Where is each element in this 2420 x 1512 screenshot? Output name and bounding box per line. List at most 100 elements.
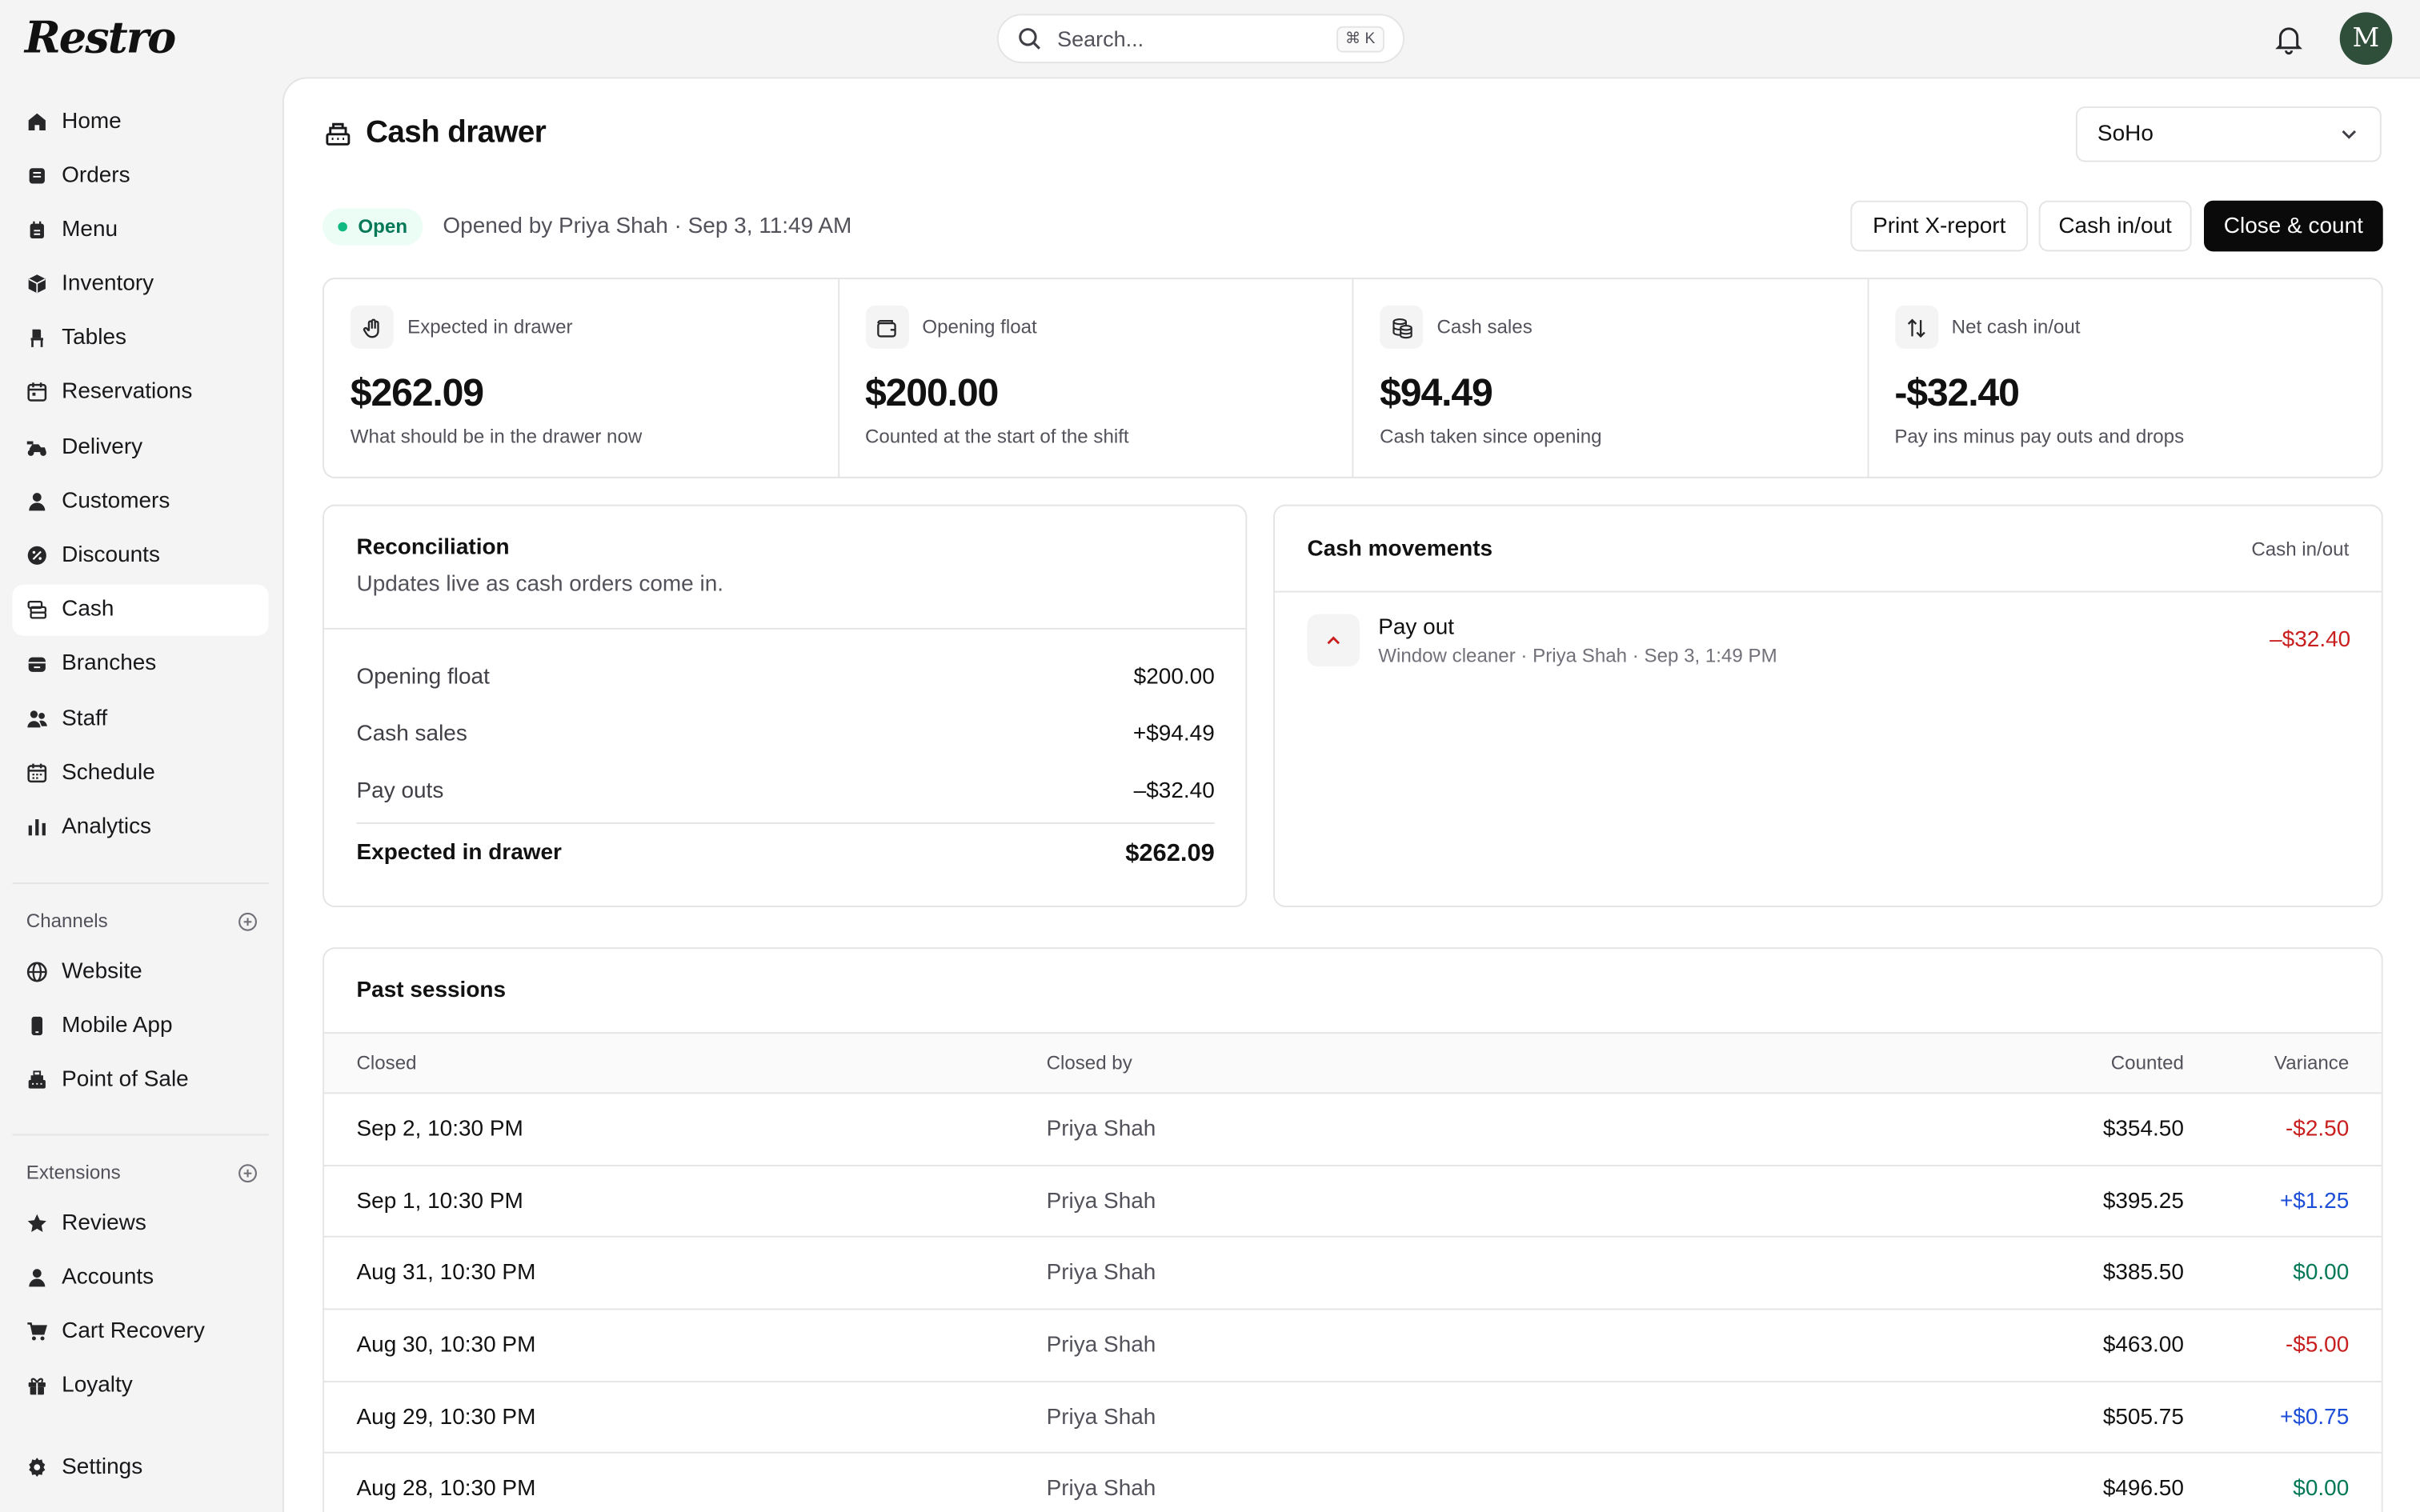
sidebar-item-website[interactable]: Website [12,946,268,997]
cash-movement-title: Pay out [1378,614,1455,640]
search-input[interactable]: Search... [1057,26,1336,51]
branch-select-value: SoHo [2097,122,2154,147]
cash-movement-item[interactable]: Pay out Window cleaner · Priya Shah · Se… [1307,614,2350,667]
user-icon [29,1268,46,1286]
sidebar-item-cart-recovery[interactable]: Cart Recovery [12,1306,268,1357]
app-logo[interactable]: Restro [25,12,176,63]
cell-variance: +$0.75 [2279,1405,2350,1430]
cell-variance: $0.00 [2293,1261,2350,1286]
page-title-text: Cash drawer [366,115,547,150]
column-header-closed-by[interactable]: Closed by [1047,1052,1132,1074]
cash-in-out-button[interactable]: Cash in/out [2038,200,2192,252]
stat-header: Cash sales [1380,305,1841,349]
sidebar-item-home[interactable]: Home [12,96,268,147]
sidebar-nav: Home Orders Menu Inventory Tables Reserv… [12,96,269,856]
sidebar-item-loyalty[interactable]: Loyalty [12,1360,268,1411]
tables-icon [30,330,43,348]
staff-icon [27,710,47,727]
sidebar-item-mobile-app[interactable]: Mobile App [12,1000,268,1051]
user-icon [29,492,46,510]
sidebar-item-cash[interactable]: Cash [12,584,269,635]
cell-variance: -$2.50 [2285,1116,2350,1142]
table-row[interactable]: Sep 1, 10:30 PM Priya Shah $395.25 +$1.2… [323,1166,2382,1238]
sidebar-item-inventory[interactable]: Inventory [12,258,268,310]
sidebar-item-label: Tables [62,326,126,351]
sidebar-item-label: Menu [62,217,118,242]
past-sessions-header: Past sessions [323,949,2382,1034]
recon-row-pay-outs: Pay outs –$32.40 [356,779,1214,804]
cash-movements-link[interactable]: Cash in/out [2251,538,2349,559]
branch-select[interactable]: SoHo [2075,106,2382,162]
menu-icon [30,221,44,238]
sidebar-item-point-of-sale[interactable]: Point of Sale [12,1054,268,1106]
cell-closed: Sep 2, 10:30 PM [356,1116,523,1142]
stat-header: Expected in drawer [350,305,811,349]
stat-card: Net cash in/out -$32.40 Pay ins minus pa… [1869,279,2382,477]
stat-card: Cash sales $94.49 Cash taken since openi… [1353,279,1869,477]
column-header-variance[interactable]: Variance [2274,1052,2349,1074]
sidebar-item-tables[interactable]: Tables [12,313,268,364]
table-row[interactable]: Aug 31, 10:30 PM Priya Shah $385.50 $0.0… [323,1238,2382,1310]
extensions-heading-label: Extensions [26,1162,121,1184]
column-header-closed[interactable]: Closed [356,1052,416,1074]
add-extension-icon[interactable] [238,1162,258,1182]
table-row[interactable]: Aug 30, 10:30 PM Priya Shah $463.00 -$5.… [323,1310,2382,1382]
cell-closed: Aug 30, 10:30 PM [356,1333,536,1358]
stat-card: Opening float $200.00 Counted at the sta… [839,279,1354,477]
sidebar-item-label: Website [62,958,142,984]
coins-icon [1380,305,1424,349]
cell-counted: $505.75 [2102,1405,2184,1430]
arrows-up-down-icon [1894,305,1938,349]
home-icon [28,112,46,130]
close-and-count-button[interactable]: Close & count [2203,200,2383,252]
register-icon [28,1070,46,1089]
cell-closed-by: Priya Shah [1046,1116,1156,1142]
recon-total-value: $262.09 [1125,841,1215,867]
cell-counted: $463.00 [2102,1333,2184,1358]
sidebar-item-staff[interactable]: Staff [12,693,268,744]
search-icon [1019,28,1040,50]
add-channel-icon[interactable] [238,911,258,931]
stat-label: Cash sales [1436,316,1533,338]
table-row[interactable]: Aug 28, 10:30 PM Priya Shah $496.50 $0.0… [324,1454,2382,1512]
globe-icon [26,961,47,982]
sidebar-item-label: Mobile App [62,1013,173,1038]
analytics-icon [28,818,46,836]
sidebar-item-settings[interactable]: Settings [12,1441,268,1492]
sidebar-item-accounts[interactable]: Accounts [12,1251,268,1302]
sidebar-item-label: Inventory [62,271,154,297]
sidebar-item-delivery[interactable]: Delivery [12,422,268,473]
sidebar-item-reservations[interactable]: Reservations [12,367,268,418]
sidebar-item-menu[interactable]: Menu [12,204,268,255]
sidebar-item-orders[interactable]: Orders [12,150,268,201]
avatar[interactable]: M [2339,12,2393,65]
column-header-counted[interactable]: Counted [2111,1052,2184,1074]
table-row[interactable]: Aug 29, 10:30 PM Priya Shah $505.75 +$0.… [323,1382,2382,1454]
sidebar-item-reviews[interactable]: Reviews [12,1198,268,1249]
search-bar[interactable]: Search... ⌘ K [996,14,1404,64]
past-sessions-rows: Sep 2, 10:30 PM Priya Shah $354.50 -$2.5… [323,1094,2382,1512]
sidebar-item-label: Delivery [62,434,143,459]
bell-icon[interactable] [2272,22,2306,55]
discount-icon [27,546,46,565]
extensions-heading: Extensions [26,1162,258,1183]
sidebar-item-branches[interactable]: Branches [12,638,268,690]
table-row[interactable]: Sep 2, 10:30 PM Priya Shah $354.50 -$2.5… [323,1094,2382,1166]
page-title: Cash drawer [324,115,547,151]
sidebar-item-label: Loyalty [62,1373,133,1398]
sidebar-item-customers[interactable]: Customers [12,476,268,527]
sidebar-item-label: Schedule [62,760,155,786]
sidebar-item-label: Reservations [62,380,193,406]
sidebar-divider [12,1134,269,1136]
sidebar-item-discounts[interactable]: Discounts [12,530,268,581]
schedule-icon [27,763,47,782]
sidebar-item-analytics[interactable]: Analytics [12,802,268,853]
sidebar-item-schedule[interactable]: Schedule [12,747,268,798]
stat-label: Net cash in/out [1951,316,2081,338]
sidebar-item-label: Accounts [62,1264,154,1290]
cash-register-icon [326,122,351,145]
search-shortcut: ⌘ K [1336,25,1384,52]
stat-value: -$32.40 [1894,371,2020,415]
print-x-report-button[interactable]: Print X-report [1850,200,2029,252]
branches-icon [28,658,46,673]
